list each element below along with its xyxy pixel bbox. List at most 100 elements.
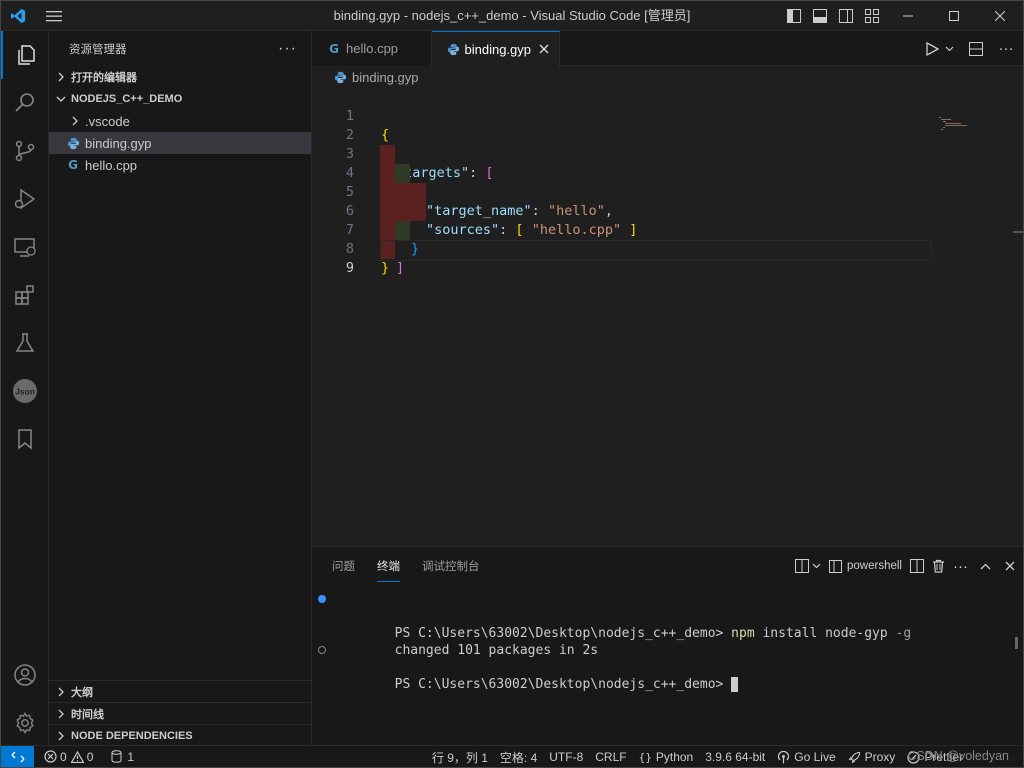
- editor-tabs: G hello.cpp binding.gyp ···: [312, 31, 1023, 67]
- close-window-button[interactable]: [977, 1, 1023, 31]
- tab-terminal[interactable]: 终端: [377, 552, 400, 582]
- tree-item-label: .vscode: [85, 113, 130, 129]
- terminal-output[interactable]: PS C:\Users\63002\Desktop\nodejs_c++_dem…: [318, 591, 911, 692]
- language-label: Python: [655, 750, 694, 764]
- run-icon[interactable]: [919, 34, 945, 64]
- editor-scrollbar[interactable]: [1013, 231, 1023, 233]
- code-line: 8 }: [312, 221, 942, 276]
- project-label: NODEJS_C++_DEMO: [71, 93, 183, 105]
- extensions-icon[interactable]: [1, 271, 49, 319]
- terminal-shell-selector[interactable]: powershell: [829, 547, 902, 585]
- remote-indicator-icon[interactable]: [1, 745, 34, 767]
- code-token: ]: [396, 260, 405, 276]
- code-line: 3 {: [312, 126, 942, 200]
- remote-explorer-icon[interactable]: [1, 223, 49, 271]
- python-interpreter[interactable]: 3.9.6 64-bit: [699, 746, 771, 767]
- warning-count: 0: [86, 749, 94, 764]
- maximize-button[interactable]: [931, 1, 977, 31]
- close-panel-icon[interactable]: [1005, 547, 1015, 585]
- language-mode[interactable]: {} Python: [633, 746, 700, 767]
- title-bar: binding.gyp - nodejs_c++_demo - Visual S…: [1, 1, 1023, 31]
- breadcrumb[interactable]: binding.gyp: [312, 66, 1023, 88]
- terminal-prompt: PS C:\Users\63002\Desktop\nodejs_c++_dem…: [394, 677, 732, 692]
- settings-gear-icon[interactable]: [1, 699, 49, 747]
- command-pending-dot-icon: [318, 646, 326, 654]
- code-editor[interactable]: 1 { 2 "targets": [ 3 { 4 "target_name": …: [312, 88, 942, 276]
- timeline-section[interactable]: 时间线: [49, 702, 311, 724]
- terminal-scrollbar[interactable]: [1015, 637, 1018, 649]
- account-icon[interactable]: [1, 651, 49, 699]
- toggle-primary-sidebar-icon[interactable]: [781, 1, 807, 31]
- project-section[interactable]: NODEJS_C++_DEMO: [49, 88, 311, 110]
- json-extension-icon[interactable]: Json: [1, 367, 49, 415]
- vscode-logo-icon: [1, 1, 35, 31]
- ports-indicator[interactable]: 1: [105, 746, 140, 768]
- toggle-panel-icon[interactable]: [807, 1, 833, 31]
- curly-braces-icon: {}: [638, 750, 652, 764]
- bookmark-icon[interactable]: [1, 415, 49, 463]
- go-live-button[interactable]: Go Live: [771, 746, 841, 767]
- search-icon[interactable]: [1, 79, 49, 127]
- outline-section[interactable]: 大纲: [49, 680, 311, 702]
- panel-tabs: 问题 终端 调试控制台 powershell ···: [312, 547, 1023, 585]
- split-editor-icon[interactable]: [963, 34, 989, 64]
- chevron-right-icon: [53, 69, 69, 85]
- python-file-icon: [65, 135, 81, 151]
- section-label: 大纲: [71, 686, 93, 699]
- tab-label: binding.gyp: [464, 42, 532, 57]
- source-control-icon[interactable]: [1, 127, 49, 175]
- editor-more-actions-icon[interactable]: ···: [989, 34, 1023, 64]
- proxy-indicator[interactable]: Proxy: [842, 746, 902, 767]
- tab-debug-console[interactable]: 调试控制台: [422, 552, 480, 580]
- encoding[interactable]: UTF-8: [543, 746, 589, 767]
- tab-hello-cpp[interactable]: G hello.cpp: [312, 31, 432, 66]
- cursor-position[interactable]: 行 9，列 1: [426, 746, 494, 767]
- status-bar: 0 0 1 行 9，列 1 空格: 4 UTF-8 CRLF {} Python…: [1, 745, 1023, 767]
- more-actions-icon[interactable]: ···: [278, 40, 297, 58]
- go-live-label: Go Live: [794, 750, 836, 764]
- end-of-line[interactable]: CRLF: [589, 746, 632, 767]
- panel-more-actions-icon[interactable]: ···: [953, 547, 968, 585]
- terminal-line: PS C:\Users\63002\Desktop\nodejs_c++_dem…: [318, 591, 911, 641]
- error-count: 0: [60, 749, 67, 764]
- problems-indicator[interactable]: 0 0: [38, 746, 99, 768]
- run-dropdown-chevron-icon[interactable]: [945, 46, 957, 52]
- split-terminal-icon[interactable]: [910, 547, 924, 585]
- code-line: 7 ]: [312, 202, 942, 276]
- open-editors-section[interactable]: 打开的编辑器: [49, 66, 311, 88]
- broadcast-icon: [778, 750, 790, 763]
- tree-file-binding-gyp[interactable]: binding.gyp: [49, 132, 311, 154]
- editor-area: G hello.cpp binding.gyp ··· binding.gyp …: [312, 31, 1023, 546]
- vscode-window: binding.gyp - nodejs_c++_demo - Visual S…: [0, 0, 1024, 768]
- tree-folder-vscode[interactable]: .vscode: [49, 110, 311, 132]
- terminal-line: PS C:\Users\63002\Desktop\nodejs_c++_dem…: [318, 642, 911, 692]
- explorer-icon[interactable]: [1, 31, 49, 79]
- testing-flask-icon[interactable]: [1, 319, 49, 367]
- close-tab-icon[interactable]: [539, 42, 549, 57]
- toggle-secondary-sidebar-icon[interactable]: [833, 1, 859, 31]
- terminal-cursor: [731, 677, 739, 692]
- activity-bar: Json: [1, 31, 49, 746]
- customize-layout-icon[interactable]: [859, 1, 885, 31]
- tab-problems[interactable]: 问题: [332, 552, 355, 580]
- menu-hamburger-icon[interactable]: [35, 1, 73, 31]
- chevron-down-icon: [53, 91, 69, 107]
- tab-label: hello.cpp: [346, 41, 399, 56]
- shell-label: powershell: [847, 560, 902, 572]
- new-terminal-layout-icon[interactable]: [795, 547, 821, 585]
- chevron-right-icon: [53, 706, 69, 722]
- minimap[interactable]: [939, 117, 971, 131]
- node-dependencies-section[interactable]: NODE DEPENDENCIES: [49, 724, 311, 746]
- tab-binding-gyp[interactable]: binding.gyp: [432, 31, 560, 67]
- bottom-panel: 问题 终端 调试控制台 powershell ··· PS C:\Users\6…: [312, 546, 1023, 746]
- breadcrumb-file: binding.gyp: [352, 69, 419, 85]
- run-debug-icon[interactable]: [1, 175, 49, 223]
- maximize-panel-chevron-up-icon[interactable]: [980, 547, 991, 585]
- kill-terminal-trash-icon[interactable]: [932, 547, 945, 585]
- cpp-file-icon: G: [68, 158, 78, 172]
- indentation[interactable]: 空格: 4: [494, 746, 543, 767]
- minimize-button[interactable]: [885, 1, 931, 31]
- open-editors-label: 打开的编辑器: [71, 72, 137, 84]
- tree-file-hello-cpp[interactable]: G hello.cpp: [49, 154, 311, 176]
